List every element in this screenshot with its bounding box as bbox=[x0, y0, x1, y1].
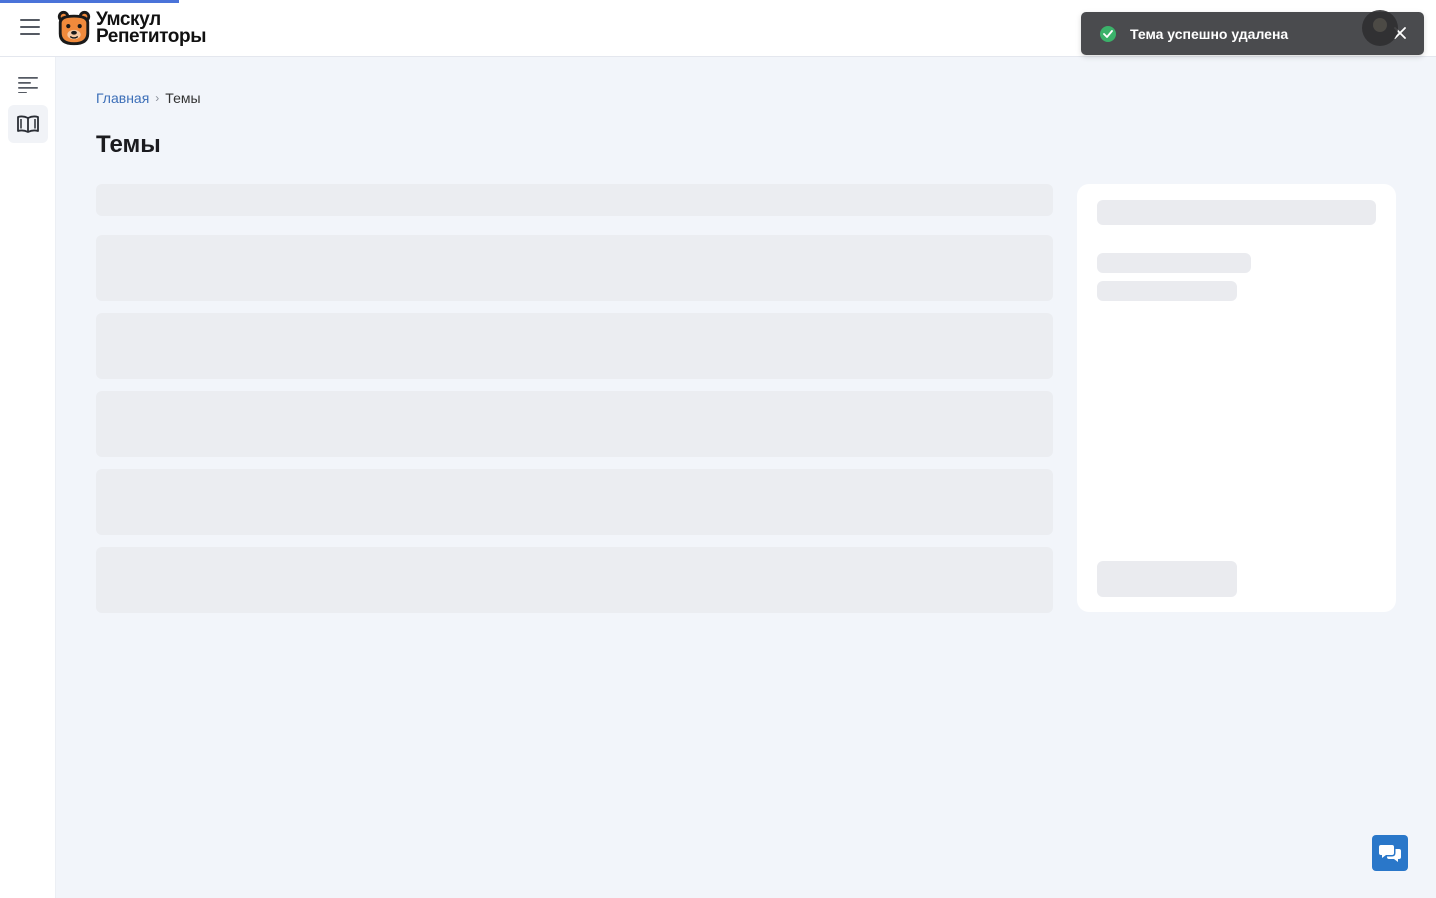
chevron-right-icon: › bbox=[155, 91, 160, 105]
sidebar-menu-button[interactable] bbox=[8, 66, 48, 104]
avatar[interactable] bbox=[1362, 10, 1398, 46]
breadcrumb-current: Темы bbox=[165, 90, 201, 106]
check-circle-icon bbox=[1100, 25, 1116, 42]
sidebar-item-topics[interactable] bbox=[8, 105, 48, 143]
logo-text: Умскул Репетиторы bbox=[96, 10, 207, 47]
hamburger-icon[interactable] bbox=[20, 19, 40, 35]
skeleton-topic-row bbox=[96, 547, 1053, 613]
book-open-icon bbox=[17, 115, 39, 133]
skeleton-filter-bar bbox=[96, 184, 1053, 216]
skeleton-topic-row bbox=[96, 235, 1053, 301]
page-title: Темы bbox=[96, 131, 161, 158]
breadcrumb-home-link[interactable]: Главная bbox=[96, 90, 149, 106]
bear-logo-icon bbox=[57, 10, 91, 46]
chat-bubbles-icon bbox=[1379, 845, 1401, 862]
toast-message: Тема успешно удалена bbox=[1130, 25, 1289, 42]
main-content: Главная › Темы Темы bbox=[56, 57, 1436, 898]
align-left-icon bbox=[18, 77, 38, 93]
logo[interactable]: Умскул Репетиторы bbox=[55, 8, 206, 48]
side-panel-skeleton bbox=[1077, 184, 1396, 612]
loading-progress-bar bbox=[0, 0, 179, 3]
breadcrumb: Главная › Темы bbox=[96, 90, 201, 106]
chat-button[interactable] bbox=[1372, 835, 1408, 871]
skeleton-panel-button bbox=[1097, 561, 1237, 597]
skeleton-panel-title bbox=[1097, 200, 1376, 225]
logo-line-2: Репетиторы bbox=[96, 26, 207, 47]
skeleton-topic-row bbox=[96, 391, 1053, 457]
skeleton-topic-row bbox=[96, 469, 1053, 535]
skeleton-panel-line bbox=[1097, 281, 1237, 301]
sidebar bbox=[0, 57, 56, 898]
skeleton-panel-line bbox=[1097, 253, 1251, 273]
skeleton-topic-row bbox=[96, 313, 1053, 379]
